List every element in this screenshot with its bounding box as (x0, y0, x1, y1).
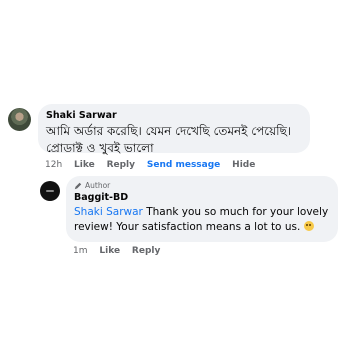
reply-timestamp[interactable]: 1m (73, 246, 88, 256)
reply-bubble: Author Baggit-BD Shaki Sarwar Thank you … (66, 176, 338, 242)
pencil-icon (74, 182, 82, 189)
commenter-avatar[interactable] (8, 108, 31, 131)
comment-text: আমি অর্ডার করেছি। যেমন দেখেছি তেমনই পেয়… (46, 124, 292, 155)
comment-timestamp[interactable]: 12h (45, 160, 62, 170)
author-badge-label: Author (85, 181, 111, 190)
mention-link[interactable]: Shaki Sarwar (74, 206, 143, 218)
page-avatar[interactable] (40, 181, 60, 201)
reply-actions: 1m Like Reply (73, 246, 169, 256)
comment-actions: 12h Like Reply Send message Hide (45, 160, 264, 170)
logo-icon (46, 190, 54, 192)
reply-author-name[interactable]: Baggit-BD (74, 192, 330, 203)
reply-text-block: Shaki Sarwar Thank you so much for your … (74, 205, 330, 234)
hide-button[interactable]: Hide (232, 160, 255, 170)
reply-reply-button[interactable]: Reply (132, 246, 160, 256)
author-badge: Author (74, 181, 330, 190)
comment-author-name[interactable]: Shaki Sarwar (46, 110, 302, 121)
send-message-button[interactable]: Send message (147, 160, 220, 170)
smiling-face-icon (303, 220, 314, 231)
like-button[interactable]: Like (74, 160, 95, 170)
reply-button[interactable]: Reply (107, 160, 135, 170)
comment-bubble: Shaki Sarwar আমি অর্ডার করেছি। যেমন দেখে… (38, 104, 310, 155)
reply-like-button[interactable]: Like (99, 246, 120, 256)
